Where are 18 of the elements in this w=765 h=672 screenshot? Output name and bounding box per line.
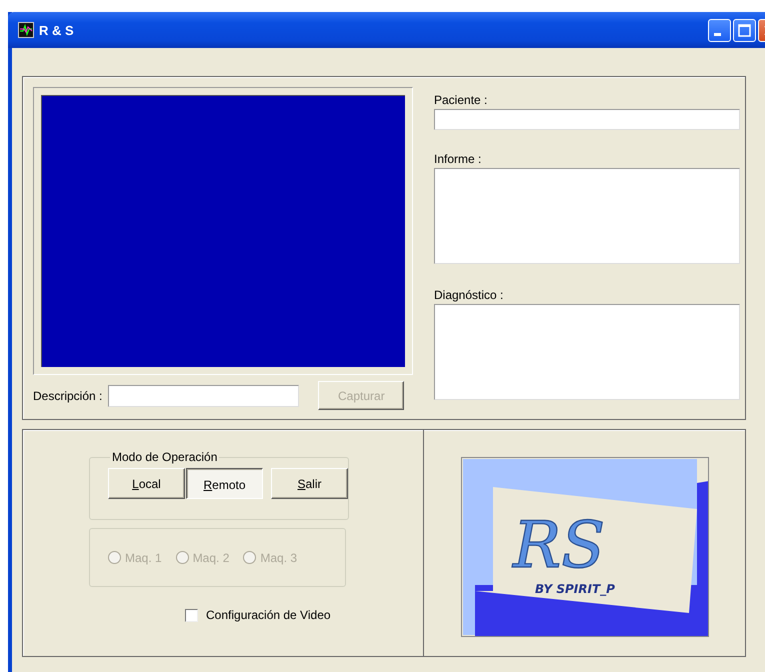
logo-subtitle: BY SPIRIT_P bbox=[535, 582, 615, 596]
description-field[interactable] bbox=[108, 384, 300, 406]
mode-button[interactable]: Remoto bbox=[186, 468, 263, 499]
minimize-button[interactable] bbox=[708, 18, 731, 42]
field-label: Diagnóstico : bbox=[434, 288, 504, 302]
logo-title: RS bbox=[513, 509, 606, 583]
description-label: Descripción : bbox=[33, 388, 102, 402]
video-config-checkbox[interactable]: Configuración de Video bbox=[185, 608, 423, 622]
field-label: Paciente : bbox=[434, 93, 488, 107]
group-title: Modo de Operación bbox=[111, 450, 218, 464]
mode-button[interactable]: Salir bbox=[271, 468, 348, 499]
waveform-icon bbox=[18, 22, 34, 38]
maximize-button[interactable] bbox=[733, 18, 756, 42]
window-title: R & S bbox=[39, 22, 75, 38]
mode-button[interactable]: Local bbox=[108, 468, 185, 499]
field-label: Informe : bbox=[434, 152, 482, 166]
input-field[interactable] bbox=[434, 109, 740, 130]
minimize-icon bbox=[714, 32, 721, 36]
